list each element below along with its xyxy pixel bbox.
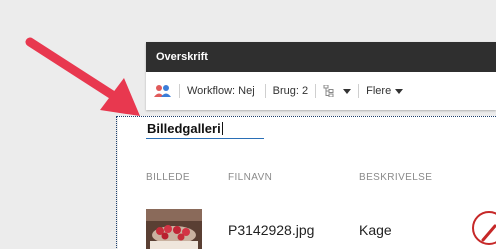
inline-edit-toolbar: Overskrift Workflow: Nej Brug: 2 Flere [146, 42, 496, 110]
edit-pencil-icon [481, 224, 496, 242]
focus-outline-left [116, 116, 117, 249]
dropdown-caret-icon [343, 88, 352, 94]
more-dropdown-button[interactable]: Flere [366, 83, 404, 99]
tree-dropdown-button[interactable] [323, 83, 352, 99]
toolbar-separator [358, 84, 360, 98]
column-header-filename: FILNAVN [228, 172, 273, 183]
focus-outline-top [116, 116, 496, 117]
tree-icon [323, 85, 334, 97]
toolbar-separator [179, 84, 180, 98]
filename-cell: P3142928.jpg [228, 222, 315, 238]
toolbar-title: Overskrift [146, 42, 496, 72]
heading-input-value: Billedgalleri [147, 121, 221, 136]
users-icon [154, 85, 171, 97]
users-button[interactable] [154, 83, 172, 99]
toolbar-separator [264, 84, 266, 98]
text-cursor [221, 122, 223, 135]
description-cell: Kage [359, 222, 392, 238]
cake-photo [146, 209, 202, 249]
usage-button[interactable]: Brug: 2 [273, 83, 308, 99]
image-thumbnail[interactable] [146, 209, 202, 249]
toolbar-separator [315, 84, 317, 98]
dropdown-caret-icon [395, 88, 404, 94]
toolbar-actions: Workflow: Nej Brug: 2 Flere [146, 72, 496, 110]
more-label: Flere [366, 85, 392, 97]
usage-label: Brug: 2 [272, 85, 309, 97]
column-header-image: BILLEDE [146, 172, 190, 183]
heading-input[interactable]: Billedgalleri [146, 121, 264, 139]
workflow-button[interactable]: Workflow: Nej [187, 83, 255, 99]
column-header-description: BESKRIVELSE [359, 172, 433, 183]
workflow-label: Workflow: Nej [187, 85, 255, 97]
